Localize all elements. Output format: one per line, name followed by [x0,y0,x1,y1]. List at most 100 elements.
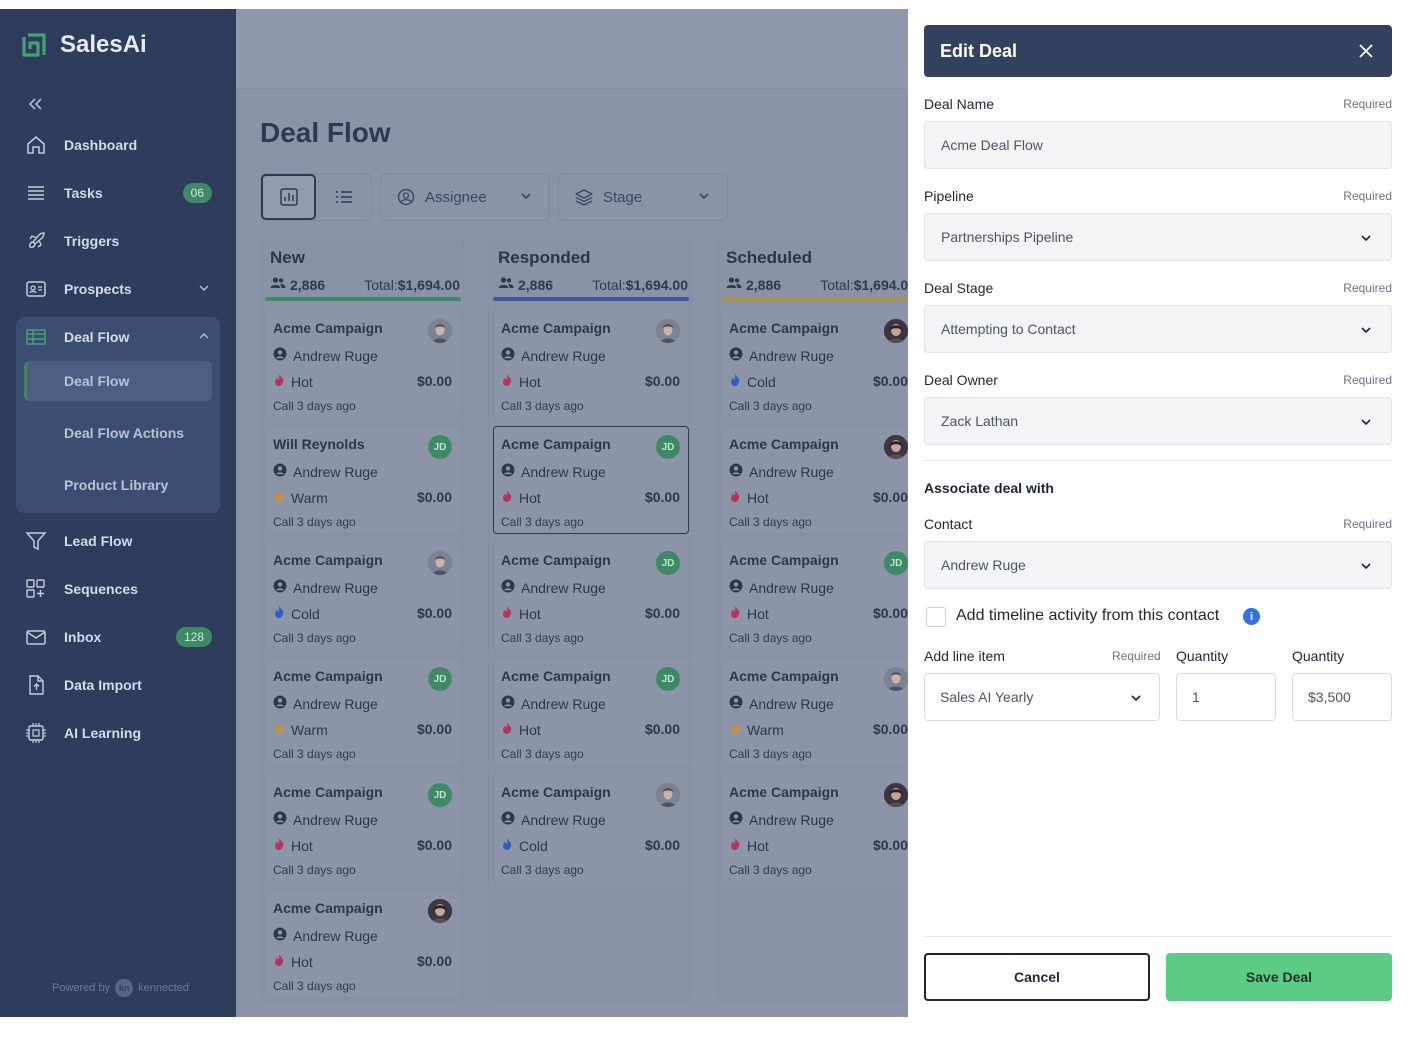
temperature-label: Hot [519,721,541,738]
deal-person: Andrew Ruge [273,347,378,364]
deal-owner-select[interactable]: Zack Lathan [924,397,1392,445]
deal-card[interactable]: Acme Campaign Andrew Ruge Hot $0.00 Call 3 d… [721,426,908,534]
page-title: Deal Flow [260,117,391,148]
column-title: Scheduled [726,248,812,267]
sidebar-item-data-import[interactable]: Data Import [16,665,220,705]
contact-select[interactable]: Andrew Ruge [924,541,1392,589]
pipeline-select[interactable]: Partnerships Pipeline [924,213,1392,261]
avatar [884,667,908,691]
save-deal-button[interactable]: Save Deal [1166,953,1392,1001]
deal-card[interactable]: Acme Campaign Andrew Ruge Cold $0.00 Call 3 … [265,542,461,650]
avatar-initials: JD [428,783,452,807]
deal-amount: $0.00 [644,605,680,621]
deal-title: Acme Campaign [501,320,611,336]
required-label: Required [1112,649,1161,663]
kennected-logo-icon: kn [115,979,134,997]
stage-filter[interactable]: Stage [558,173,728,221]
main-content: Deal Flow Assignee Stage New 2,886 Total:$… [236,9,908,1017]
deal-stage-label: Deal Stage [924,280,994,296]
last-call: Call 3 days ago [273,747,356,761]
sidebar-subitem-deal-flow-actions[interactable]: Deal Flow Actions [24,413,212,453]
sidebar-item-inbox[interactable]: Inbox 128 [16,617,220,657]
column-total: Total:$1,694.00 [364,277,460,293]
assignee-filter[interactable]: Assignee [380,173,550,221]
deal-card[interactable]: Acme Campaign Andrew Ruge Cold $0.00 Call 3 … [721,310,908,418]
avatar [884,435,908,459]
sidebar-item-sequences[interactable]: Sequences [16,569,220,609]
deal-amount: $0.00 [416,953,452,969]
user-icon [729,695,743,712]
flame-icon [501,489,513,506]
deal-card[interactable]: Acme Campaign Andrew Ruge Warm $0.00 Call 3 … [721,658,908,766]
required-label: Required [1343,517,1392,531]
list-view-button[interactable] [316,174,371,220]
sidebar-subitem-deal-flow[interactable]: Deal Flow [24,361,212,401]
deal-card[interactable]: Acme Campaign Andrew Ruge Hot $0.00 Call 3 d… [721,774,908,882]
deal-temperature: Hot [501,489,541,506]
column-color-bar [265,297,461,301]
deal-card[interactable]: Acme Campaign JD Andrew Ruge Hot $0.00 Call 3… [493,426,689,534]
total-label: Total: [364,276,398,293]
flame-icon [273,953,285,970]
deal-card[interactable]: Acme Campaign Andrew Ruge Hot $0.00 Call 3 d… [265,310,461,418]
board-view-button[interactable] [261,174,317,220]
timeline-activity-checkbox[interactable] [926,607,946,627]
deal-card[interactable]: Acme Campaign JD Andrew Ruge Hot $0.00 Call 3… [493,658,689,766]
close-button[interactable] [1354,39,1378,63]
deal-card[interactable]: Acme Campaign JD Andrew Ruge Hot $0.00 Call 3… [493,542,689,650]
sidebar-item-ai-learning[interactable]: AI Learning [16,713,220,753]
users-icon [498,276,514,293]
line-item-select[interactable]: Sales AI Yearly [924,673,1160,721]
sidebar-item-prospects[interactable]: Prospects [16,269,220,309]
cancel-button[interactable]: Cancel [924,953,1150,1001]
deal-person: Andrew Ruge [501,695,606,712]
quantity-input[interactable]: 1 [1176,673,1276,721]
deal-title: Acme Campaign [729,784,839,800]
deal-card[interactable]: Acme Campaign Andrew Ruge Cold $0.00 Call 3 … [493,774,689,882]
deal-temperature: Hot [501,373,541,390]
avatar-initials: JD [656,435,680,459]
price-input[interactable]: $3,500 [1292,673,1392,721]
chevron-down-icon [1359,415,1373,432]
sidebar-item-label: Tasks [64,185,103,201]
deal-temperature: Hot [273,953,313,970]
sidebar-item-deal-flow[interactable]: Deal Flow [16,317,220,357]
collapse-sidebar-button[interactable] [26,95,44,118]
app-logo[interactable]: SalesAi [18,29,147,61]
total-value: $1,694.00 [625,276,688,293]
column-stats: 2,886 Total:$1,694.00 [726,276,908,293]
deal-card[interactable]: Acme Campaign JD Andrew Ruge Hot $0.00 Call 3… [265,774,461,882]
deal-title: Acme Campaign [273,668,383,684]
flame-icon [729,721,741,738]
sidebar-subitem-product-library[interactable]: Product Library [24,465,212,505]
deal-person: Andrew Ruge [501,347,606,364]
sidebar-item-lead-flow[interactable]: Lead Flow [16,521,220,561]
deal-title: Acme Campaign [729,436,839,452]
chevron-up-icon [198,330,210,345]
temperature-label: Hot [519,373,541,390]
temperature-label: Cold [747,373,776,390]
assignee-filter-label: Assignee [425,188,487,206]
info-icon[interactable]: i [1243,608,1260,625]
last-call: Call 3 days ago [729,399,812,413]
deal-card[interactable]: Will Reynolds JD Andrew Ruge Warm $0.00 Call … [265,426,461,534]
deal-card[interactable]: Acme Campaign Andrew Ruge Hot $0.00 Call 3 d… [265,890,461,998]
deal-stage-select[interactable]: Attempting to Contact [924,305,1392,353]
deal-amount: $0.00 [644,837,680,853]
avatar [656,319,680,343]
bar-chart-icon [279,188,298,206]
flame-icon [729,489,741,506]
user-icon [729,347,743,364]
quantity-value: 1 [1192,689,1200,705]
deal-card[interactable]: Acme Campaign JD Andrew Ruge Warm $0.00 Call … [265,658,461,766]
deal-card[interactable]: Acme Campaign JD Andrew Ruge Hot $0.00 Call 3… [721,542,908,650]
sidebar-item-triggers[interactable]: Triggers [16,221,220,261]
deal-card[interactable]: Acme Campaign Andrew Ruge Hot $0.00 Call 3 d… [493,310,689,418]
sidebar-item-tasks[interactable]: Tasks 06 [16,173,220,213]
total-value: $1,694.00 [397,276,460,293]
required-label: Required [1343,189,1392,203]
sidebar-item-dashboard[interactable]: Dashboard [16,125,220,165]
kanban-column: New 2,886 Total:$1,694.00 Acme Campaign Andr… [260,237,464,1001]
inbox-count-badge: 128 [175,627,212,647]
deal-name-input[interactable]: Acme Deal Flow [924,121,1392,169]
